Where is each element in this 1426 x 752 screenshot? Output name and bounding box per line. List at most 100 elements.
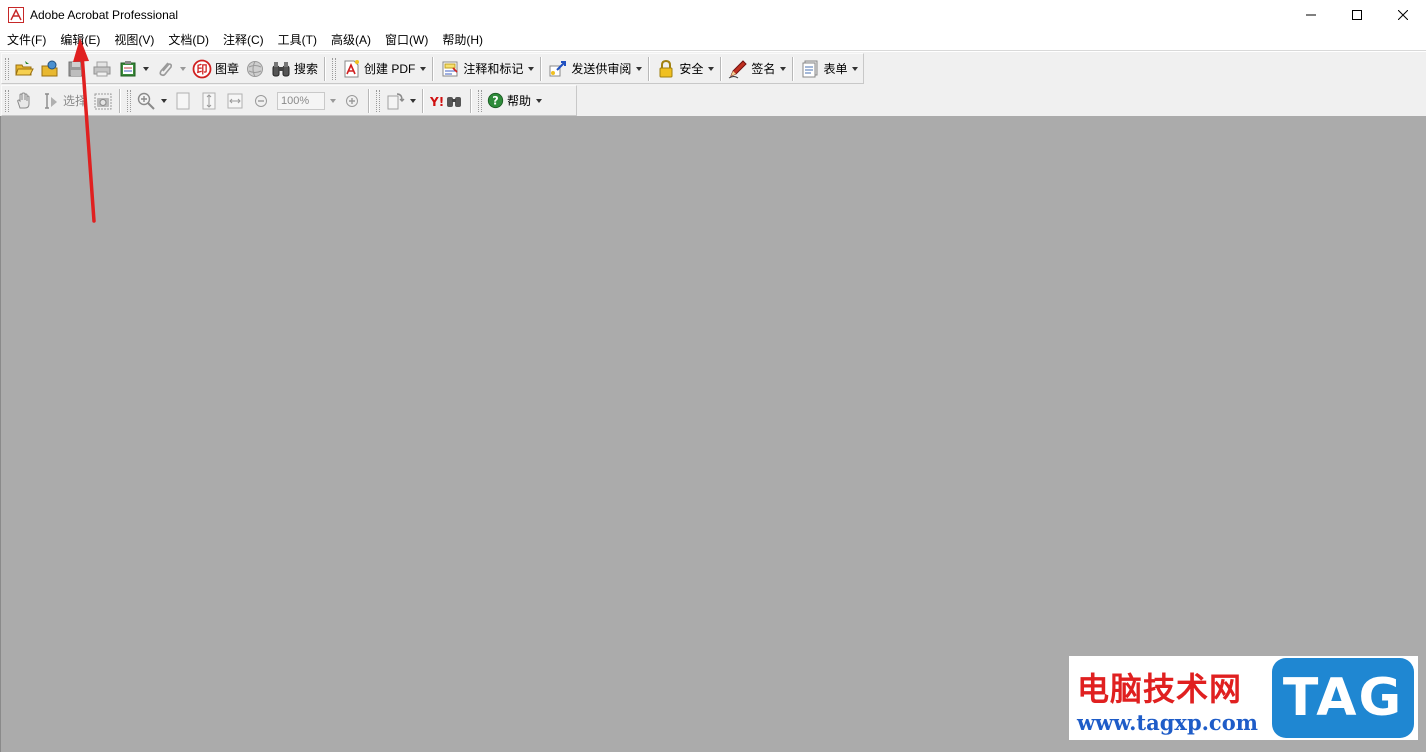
maximize-icon — [1352, 10, 1362, 20]
globe-icon — [247, 60, 264, 77]
minimize-button[interactable] — [1288, 0, 1334, 30]
zoom-in-button[interactable] — [339, 88, 365, 114]
stamp-button[interactable]: 印 图章 — [189, 56, 242, 82]
toolbar-grip[interactable] — [376, 89, 381, 112]
save-icon — [68, 61, 84, 76]
comment-markup-button[interactable]: 注释和标记 — [437, 56, 537, 82]
zoom-level-dropdown[interactable]: 100% — [274, 88, 339, 114]
help-label: 帮助 — [507, 93, 532, 108]
zoom-plus-icon — [346, 94, 359, 107]
toolbar-area: 印 图章 搜索 创建 PDF 注释和标记 发送供审阅 安全 签名 表单 选择 1… — [0, 52, 1426, 116]
chevron-down-icon — [852, 66, 859, 71]
camera-icon — [94, 93, 112, 109]
create-pdf-button[interactable]: 创建 PDF — [338, 56, 429, 82]
open-button[interactable] — [11, 56, 37, 82]
chevron-down-icon — [161, 98, 168, 103]
window-title: Adobe Acrobat Professional — [30, 8, 179, 22]
send-for-review-button[interactable]: 发送供审阅 — [545, 56, 645, 82]
save-button[interactable] — [63, 56, 89, 82]
menu-comments[interactable]: 注释(C) — [216, 30, 271, 51]
chevron-down-icon — [330, 98, 337, 103]
create-pdf-icon — [344, 59, 360, 77]
text-cursor-icon — [45, 92, 57, 109]
binoculars-icon — [272, 61, 290, 76]
fit-page-button[interactable] — [196, 88, 222, 114]
zoom-in-tool-button[interactable] — [133, 88, 170, 114]
menu-document[interactable]: 文档(D) — [161, 30, 216, 51]
toolbar-separator — [368, 88, 371, 113]
menu-bar: 文件(F) 编辑(E) 视图(V) 文档(D) 注释(C) 工具(T) 高级(A… — [0, 30, 1426, 51]
toolbar-separator — [648, 56, 651, 81]
close-icon — [1398, 10, 1408, 20]
toolbar-separator — [470, 88, 473, 113]
chevron-down-icon — [143, 66, 149, 71]
menu-help[interactable]: 帮助(H) — [435, 30, 490, 51]
forms-button[interactable]: 表单 — [797, 56, 861, 82]
menu-edit[interactable]: 编辑(E) — [53, 30, 107, 51]
svg-text:Y!: Y! — [430, 95, 444, 109]
zoom-out-icon — [255, 94, 268, 107]
toolbar-grip[interactable] — [5, 89, 9, 112]
search-label: 搜索 — [294, 61, 319, 76]
watermark-url: www.tagxp.com — [1077, 710, 1258, 735]
maximize-button[interactable] — [1334, 0, 1380, 30]
title-bar: Adobe Acrobat Professional — [0, 0, 1426, 30]
chevron-down-icon — [420, 66, 427, 71]
close-button[interactable] — [1380, 0, 1426, 30]
comment-markup-icon — [442, 61, 458, 76]
sign-label: 签名 — [751, 61, 776, 76]
menu-view[interactable]: 视图(V) — [107, 30, 161, 51]
page-icon — [176, 92, 190, 109]
zoom-level-value[interactable]: 100% — [277, 91, 326, 110]
search-button[interactable]: 搜索 — [268, 56, 321, 82]
chevron-down-icon — [410, 98, 417, 103]
menu-window[interactable]: 窗口(W) — [378, 30, 435, 51]
open-folder-icon — [15, 60, 34, 75]
select-tool-button[interactable]: 选择 — [37, 88, 90, 114]
fit-width-icon — [227, 93, 243, 108]
lock-icon — [659, 59, 673, 77]
hand-tool-button[interactable] — [11, 88, 37, 114]
forms-label: 表单 — [823, 61, 848, 76]
printer-icon — [93, 61, 111, 76]
yahoo-search-icon: Y! — [430, 95, 462, 109]
stamp-icon: 印 — [192, 59, 212, 78]
toolbar-separator — [540, 56, 543, 81]
rotate-view-button[interactable] — [382, 88, 419, 114]
toolbar-grip[interactable] — [478, 89, 483, 112]
send-review-label: 发送供审阅 — [571, 61, 632, 76]
toolbar-grip[interactable] — [5, 57, 9, 80]
security-button[interactable]: 安全 — [653, 56, 717, 82]
toolbar-separator — [422, 88, 425, 113]
create-pdf-label: 创建 PDF — [364, 61, 416, 76]
print-button[interactable] — [89, 56, 115, 82]
menu-file[interactable]: 文件(F) — [0, 30, 53, 51]
send-review-icon — [549, 60, 567, 76]
attach-button[interactable] — [152, 56, 189, 82]
stamp-label: 图章 — [215, 61, 240, 76]
comment-markup-label: 注释和标记 — [463, 61, 524, 76]
organizer-icon — [41, 60, 58, 76]
toolbar-separator — [432, 56, 435, 81]
fit-width-button[interactable] — [222, 88, 248, 114]
watermark-logo: 电脑技术网 www.tagxp.com TAG — [1069, 656, 1418, 740]
email-organize-button[interactable] — [115, 56, 152, 82]
toolbar-separator — [792, 56, 795, 81]
toolbar-grip[interactable] — [127, 89, 132, 112]
actual-size-button[interactable] — [170, 88, 196, 114]
select-label: 选择 — [63, 93, 88, 108]
snapshot-button[interactable] — [90, 88, 116, 114]
zoom-in-icon — [137, 92, 155, 110]
help-button[interactable]: ? 帮助 — [484, 88, 545, 114]
chevron-down-icon — [636, 66, 643, 71]
toolbar-grip[interactable] — [332, 57, 337, 80]
menu-tools[interactable]: 工具(T) — [271, 30, 324, 51]
globe-button[interactable] — [242, 56, 268, 82]
zoom-out-button[interactable] — [248, 88, 274, 114]
sign-button[interactable]: 签名 — [725, 56, 789, 82]
hand-icon — [17, 91, 30, 108]
yahoo-search-button[interactable]: Y! — [427, 88, 467, 114]
menu-advanced[interactable]: 高级(A) — [324, 30, 378, 51]
organizer-button[interactable] — [37, 56, 63, 82]
pen-icon — [729, 59, 748, 78]
